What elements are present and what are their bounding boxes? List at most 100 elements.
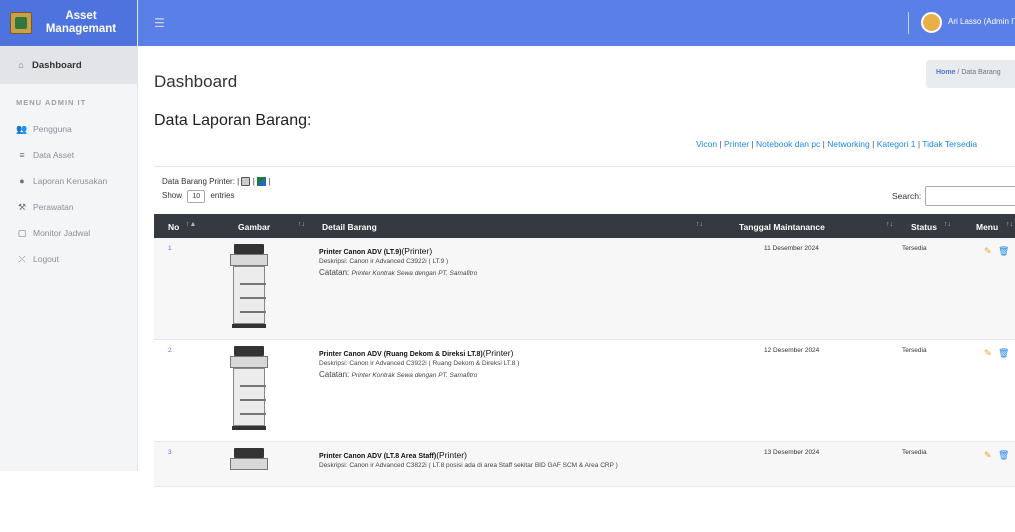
item-type: (Printer) bbox=[436, 450, 467, 460]
item-description: Deskripsi: Canon ir Advanced C3922i ( Ru… bbox=[319, 360, 520, 367]
column-header-gambar[interactable]: Gambar bbox=[238, 222, 270, 232]
item-description: Deskripsi: Canon ir Advanced C3822i ( LT… bbox=[319, 462, 618, 469]
maintenance-date: 12 Desember 2024 bbox=[764, 347, 820, 354]
printer-export-line: Data Barang Printer: | | | bbox=[162, 177, 271, 187]
sidebar-item-monitor-jadwal[interactable]: ▢ Monitor Jadwal bbox=[0, 220, 137, 246]
column-header-tanggal[interactable]: Tanggal Maintanance bbox=[739, 222, 825, 232]
sort-asc-icon[interactable]: ↑▲ bbox=[186, 221, 196, 228]
brand[interactable]: Asset Managemant bbox=[0, 0, 137, 46]
item-type: (Printer) bbox=[482, 348, 514, 358]
edit-pencil-icon[interactable]: ✎ bbox=[984, 246, 992, 257]
home-icon: ⌂ bbox=[18, 60, 24, 70]
column-header-status[interactable]: Status bbox=[911, 222, 937, 232]
data-table-card: Data Barang Printer: | | | Show 10 entri… bbox=[154, 166, 1015, 487]
sidebar-item-logout[interactable]: ⤬ Logout bbox=[0, 246, 137, 272]
user-avatar[interactable] bbox=[921, 12, 942, 33]
printer-export-label: Data Barang Printer: | bbox=[162, 177, 240, 186]
table-row: 3 Printer Canon ADV (LT.8 Area Staff)(Pr… bbox=[154, 442, 1015, 487]
column-header-no[interactable]: No bbox=[168, 222, 179, 232]
category-link-tidak-tersedia[interactable]: Tidak Tersedia bbox=[922, 139, 977, 149]
print-icon[interactable] bbox=[241, 177, 251, 187]
column-header-menu[interactable]: Menu bbox=[976, 222, 998, 232]
sidebar-item-laporan-kerusakan[interactable]: ● Laporan Kerusakan bbox=[0, 168, 137, 194]
note-label: Catatan: bbox=[319, 268, 350, 277]
maintenance-date: 11 Desember 2024 bbox=[764, 245, 819, 252]
maintenance-date: 13 Desember 2024 bbox=[764, 449, 820, 456]
topbar-divider bbox=[908, 12, 909, 34]
users-icon: 👥 bbox=[16, 123, 28, 134]
sidebar-item-label: Pengguna bbox=[33, 124, 72, 134]
show-label: Show bbox=[162, 191, 183, 200]
note-label: Catatan: bbox=[319, 370, 350, 379]
sidebar-item-label: Laporan Kerusakan bbox=[33, 176, 108, 186]
item-note: Printer Kontrak Sewa dengan PT. Samafitr… bbox=[351, 270, 478, 277]
item-detail: Printer Canon ADV (LT.8 Area Staff)(Prin… bbox=[319, 450, 618, 469]
page-title: Dashboard bbox=[154, 72, 238, 91]
status-badge: Tersedia bbox=[902, 449, 927, 456]
row-number: 2 bbox=[168, 347, 172, 354]
sidebar-item-label: Perawatan bbox=[33, 202, 74, 212]
sidebar-item-pengguna[interactable]: 👥 Pengguna bbox=[0, 116, 137, 142]
brand-line2: Managemant bbox=[45, 23, 117, 35]
printer-image bbox=[230, 244, 268, 328]
excel-icon[interactable] bbox=[257, 177, 266, 187]
breadcrumb: Home / Data Barang bbox=[926, 60, 1015, 88]
entries-select[interactable]: 10 bbox=[187, 190, 206, 203]
sidebar-item-data-asset[interactable]: ≡ Data Asset bbox=[0, 142, 137, 168]
category-link-kategori-1[interactable]: Kategori 1 bbox=[877, 139, 916, 149]
delete-trash-icon[interactable]: 🗑 bbox=[998, 246, 1009, 257]
user-name[interactable]: Ari Lasso (Admin IT bbox=[948, 17, 1015, 26]
table-row: 2 Printer Canon ADV (Ruang Dekom & Direk… bbox=[154, 340, 1015, 442]
sort-icon[interactable]: ↑↓ bbox=[696, 221, 703, 228]
sort-icon[interactable]: ↑↓ bbox=[944, 221, 951, 228]
category-link-printer[interactable]: Printer bbox=[724, 139, 749, 149]
printer-image bbox=[230, 448, 268, 532]
entries-control: Show 10 entries bbox=[162, 190, 235, 203]
search-input[interactable] bbox=[925, 186, 1015, 206]
delete-trash-icon[interactable]: 🗑 bbox=[998, 348, 1009, 359]
sidebar-item-label: Logout bbox=[33, 254, 59, 264]
sort-icon[interactable]: ↑↓ bbox=[886, 221, 893, 228]
hamburger-menu-icon[interactable]: ☰ bbox=[154, 16, 165, 30]
sort-icon[interactable]: ↑↓ bbox=[298, 221, 305, 228]
sidebar-item-dashboard[interactable]: ⌂ Dashboard bbox=[0, 46, 137, 84]
breadcrumb-separator: / bbox=[957, 69, 960, 76]
status-badge: Tersedia bbox=[902, 347, 927, 354]
calendar-icon: ▢ bbox=[17, 227, 27, 238]
item-name: Printer Canon ADV (LT.9) bbox=[319, 249, 402, 256]
category-link-networking[interactable]: Networking bbox=[827, 139, 870, 149]
category-link-notebook[interactable]: Notebook dan pc bbox=[756, 139, 820, 149]
category-link-vicon[interactable]: Vicon bbox=[696, 139, 717, 149]
sidebar-item-label: Data Asset bbox=[33, 150, 75, 160]
category-links: Vicon | Printer | Notebook dan pc | Netw… bbox=[696, 139, 978, 149]
section-title: Data Laporan Barang: bbox=[154, 112, 312, 129]
entries-label: entries bbox=[210, 191, 235, 200]
item-type: (Printer) bbox=[401, 246, 433, 256]
table-header: No ↑▲ Gambar ↑↓ Detail Barang ↑↓ Tanggal… bbox=[154, 214, 1015, 238]
column-header-detail[interactable]: Detail Barang bbox=[322, 222, 377, 232]
brand-line1: Asset bbox=[65, 10, 97, 22]
brand-logo-icon bbox=[10, 12, 32, 34]
database-icon: ≡ bbox=[19, 150, 25, 160]
item-detail: Printer Canon ADV (LT.9)(Printer) Deskri… bbox=[319, 246, 477, 277]
sort-icon[interactable]: ↑↓ bbox=[1006, 221, 1013, 228]
item-name: Printer Canon ADV (Ruang Dekom & Direksi… bbox=[319, 351, 483, 358]
item-name: Printer Canon ADV (LT.8 Area Staff) bbox=[319, 453, 437, 460]
edit-pencil-icon[interactable]: ✎ bbox=[984, 348, 992, 359]
main-content: Dashboard Home / Data Barang Data Lapora… bbox=[138, 46, 1015, 487]
sidebar-item-perawatan[interactable]: ⚒ Perawatan bbox=[0, 194, 137, 220]
topbar: ☰ Ari Lasso (Admin IT bbox=[138, 0, 1015, 46]
printer-image bbox=[230, 346, 268, 430]
logout-icon: ⤬ bbox=[18, 253, 26, 264]
edit-pencil-icon[interactable]: ✎ bbox=[984, 450, 992, 461]
breadcrumb-current: Data Barang bbox=[961, 69, 1001, 76]
sidebar: Asset Managemant ⌂ Dashboard MENU ADMIN … bbox=[0, 0, 138, 471]
item-note: Printer Kontrak Sewa dengan PT. Samafitr… bbox=[351, 372, 478, 379]
breadcrumb-home[interactable]: Home bbox=[936, 69, 955, 76]
table-row: 1 Printer Canon ADV (LT.9)(Printer) Desk… bbox=[154, 238, 1015, 340]
search-label: Search: bbox=[892, 191, 922, 201]
item-detail: Printer Canon ADV (Ruang Dekom & Direksi… bbox=[319, 348, 519, 379]
delete-trash-icon[interactable]: 🗑 bbox=[998, 450, 1009, 461]
sidebar-section-heading: MENU ADMIN IT bbox=[16, 98, 87, 107]
brand-title: Asset Managemant bbox=[40, 10, 122, 36]
